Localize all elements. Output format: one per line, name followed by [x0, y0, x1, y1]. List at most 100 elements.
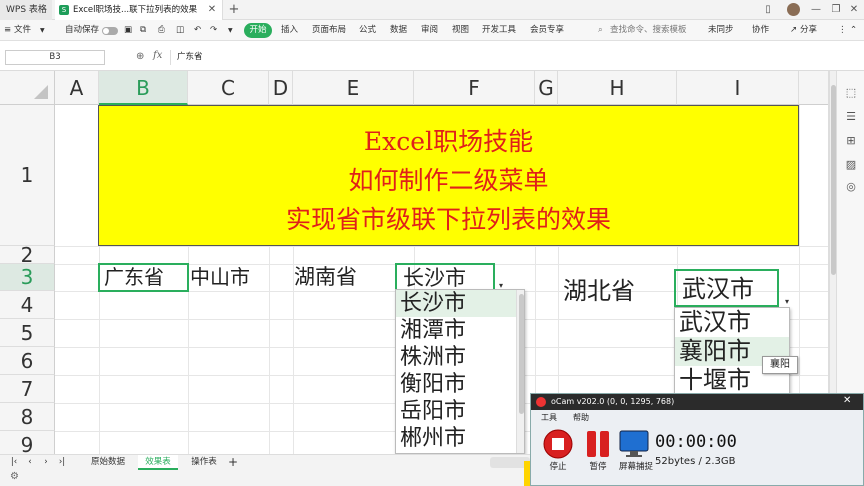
hamburger-icon[interactable]: ≡ — [4, 23, 11, 38]
menu-review[interactable]: 审阅 — [421, 23, 438, 38]
next-sheet-icon[interactable]: › — [40, 455, 52, 470]
redo-icon[interactable]: ↷ — [210, 23, 217, 38]
row-header-4[interactable]: 4 — [0, 291, 55, 319]
dropdown-option[interactable]: 株洲市 — [396, 344, 524, 371]
close-tab-icon[interactable]: ✕ — [204, 2, 220, 18]
row-header-3[interactable]: 3 — [0, 264, 55, 291]
menu-start[interactable]: 开始 — [244, 23, 272, 38]
menu-formulas[interactable]: 公式 — [359, 23, 376, 38]
zoom-search-icon[interactable]: ⊕ — [136, 51, 144, 62]
avatar[interactable] — [787, 3, 800, 16]
cell-h3[interactable]: 湖北省 — [563, 274, 673, 308]
dropdown-arrow-icon[interactable]: ▾ — [782, 297, 792, 307]
row-header-2[interactable]: 2 — [0, 245, 55, 265]
menu-view[interactable]: 视图 — [452, 23, 469, 38]
new-tab-button[interactable]: + — [226, 2, 242, 18]
city-dropdown-hunan[interactable]: 长沙市 湘潭市 株洲市 衡阳市 岳阳市 郴州市 — [395, 289, 525, 454]
layout-icon[interactable]: ▯ — [760, 2, 776, 18]
command-search-input[interactable]: 查找命令、搜索模板 — [610, 23, 687, 38]
share-button[interactable]: 分享 — [800, 23, 817, 38]
cell-i3[interactable]: 武汉市 — [674, 269, 779, 307]
dropdown-option[interactable]: 衡阳市 — [396, 371, 524, 398]
print-icon[interactable]: ⎙ — [158, 23, 165, 38]
share-icon: ↗ — [790, 25, 798, 35]
title-banner[interactable]: Excel职场技能 如何制作二级菜单 实现省市级联下拉列表的效果 — [98, 105, 799, 246]
location-icon[interactable]: ◎ — [843, 179, 859, 195]
cell-f3[interactable]: 长沙市 — [395, 263, 495, 292]
dropdown-option[interactable]: 武汉市 — [675, 308, 789, 337]
minimize-icon[interactable]: — — [808, 2, 824, 18]
pause-button[interactable] — [581, 429, 615, 459]
column-header-c[interactable]: C — [188, 71, 269, 105]
scrollbar-thumb[interactable] — [519, 294, 524, 414]
dropdown-option[interactable]: 湘潭市 — [396, 317, 524, 344]
column-header-b[interactable]: B — [99, 71, 188, 105]
dropdown-scrollbar[interactable] — [516, 290, 524, 453]
document-tab[interactable]: S Excel职场技...联下拉列表的效果 — [55, 0, 223, 20]
image-icon[interactable]: ▨ — [843, 157, 859, 173]
wps-home-tab[interactable]: WPS 表格 — [0, 0, 52, 20]
row-header-7[interactable]: 7 — [0, 375, 55, 403]
properties-icon[interactable]: ☰ — [843, 109, 859, 125]
menu-file[interactable]: 文件 — [14, 23, 31, 38]
last-sheet-icon[interactable]: ›| — [56, 455, 68, 470]
ocam-menu-tools[interactable]: 工具 — [541, 412, 557, 423]
search-icon[interactable]: ⌕ — [598, 23, 603, 38]
stop-icon — [543, 429, 573, 459]
column-header-a[interactable]: A — [55, 71, 99, 105]
ocam-title: oCam v202.0 (0, 0, 1295, 768) — [531, 394, 863, 410]
stop-button[interactable] — [541, 429, 575, 459]
column-header-h[interactable]: H — [558, 71, 677, 105]
prev-sheet-icon[interactable]: ‹ — [24, 455, 36, 470]
row-header-9[interactable]: 9 — [0, 431, 55, 454]
format-icon[interactable]: ⊞ — [843, 133, 859, 149]
sheet-tab-effect[interactable]: 效果表 — [138, 455, 178, 470]
column-header-i[interactable]: I — [677, 71, 799, 105]
collapse-ribbon-icon[interactable]: ⌃ — [850, 23, 857, 38]
macro-icon[interactable]: ⚙ — [10, 471, 19, 482]
row-header-8[interactable]: 8 — [0, 403, 55, 431]
screen-capture-button[interactable] — [617, 429, 651, 459]
save-icon[interactable]: ▣ — [124, 23, 132, 38]
dropdown-option[interactable]: 长沙市 — [396, 290, 516, 317]
menu-member[interactable]: 会员专享 — [530, 23, 564, 38]
column-header-e[interactable]: E — [293, 71, 414, 105]
preview-icon[interactable]: ◫ — [176, 23, 184, 38]
export-icon[interactable]: ⧉ — [140, 23, 146, 38]
restore-icon[interactable]: ❐ — [828, 2, 844, 18]
autosave-toggle[interactable] — [102, 27, 118, 35]
ocam-menu-help[interactable]: 帮助 — [573, 412, 589, 423]
close-icon[interactable]: ✕ — [843, 395, 851, 406]
function-icon[interactable]: fx — [153, 50, 162, 61]
formula-input[interactable]: 广东省 — [170, 50, 822, 65]
column-header-f[interactable]: F — [414, 71, 535, 105]
name-box[interactable]: B3 — [5, 50, 105, 65]
select-tool-icon[interactable]: ⬚ — [843, 85, 859, 101]
first-sheet-icon[interactable]: |‹ — [8, 455, 20, 470]
sheet-tab-raw-data[interactable]: 原始数据 — [84, 455, 132, 470]
more-options-icon[interactable]: ⋮ — [838, 23, 847, 38]
menu-data[interactable]: 数据 — [390, 23, 407, 38]
scrollbar-thumb[interactable] — [831, 85, 836, 275]
undo-icon[interactable]: ↶ — [194, 23, 201, 38]
cell-c3[interactable]: 中山市 — [190, 264, 270, 291]
screen-capture-label: 屏幕捕捉 — [618, 462, 653, 472]
sync-status[interactable]: 未同步 — [708, 23, 734, 38]
tooltip: 襄阳 — [762, 356, 798, 374]
menu-developer[interactable]: 开发工具 — [482, 23, 516, 38]
menu-insert[interactable]: 插入 — [281, 23, 298, 38]
add-sheet-button[interactable]: + — [226, 455, 240, 470]
close-window-icon[interactable]: ✕ — [846, 2, 862, 18]
dropdown-option[interactable]: 郴州市 — [396, 425, 524, 452]
menu-page-layout[interactable]: 页面布局 — [312, 23, 346, 38]
row-header-6[interactable]: 6 — [0, 347, 55, 375]
row-header-5[interactable]: 5 — [0, 319, 55, 347]
cell-b3[interactable]: 广东省 — [98, 263, 189, 292]
column-header-g[interactable]: G — [535, 71, 558, 105]
column-header-d[interactable]: D — [269, 71, 293, 105]
row-header-1[interactable]: 1 — [0, 105, 55, 246]
collaborate-button[interactable]: 协作 — [752, 23, 769, 38]
sheet-tab-operation[interactable]: 操作表 — [184, 455, 224, 470]
select-all-corner[interactable] — [0, 71, 55, 105]
dropdown-option[interactable]: 岳阳市 — [396, 398, 524, 425]
